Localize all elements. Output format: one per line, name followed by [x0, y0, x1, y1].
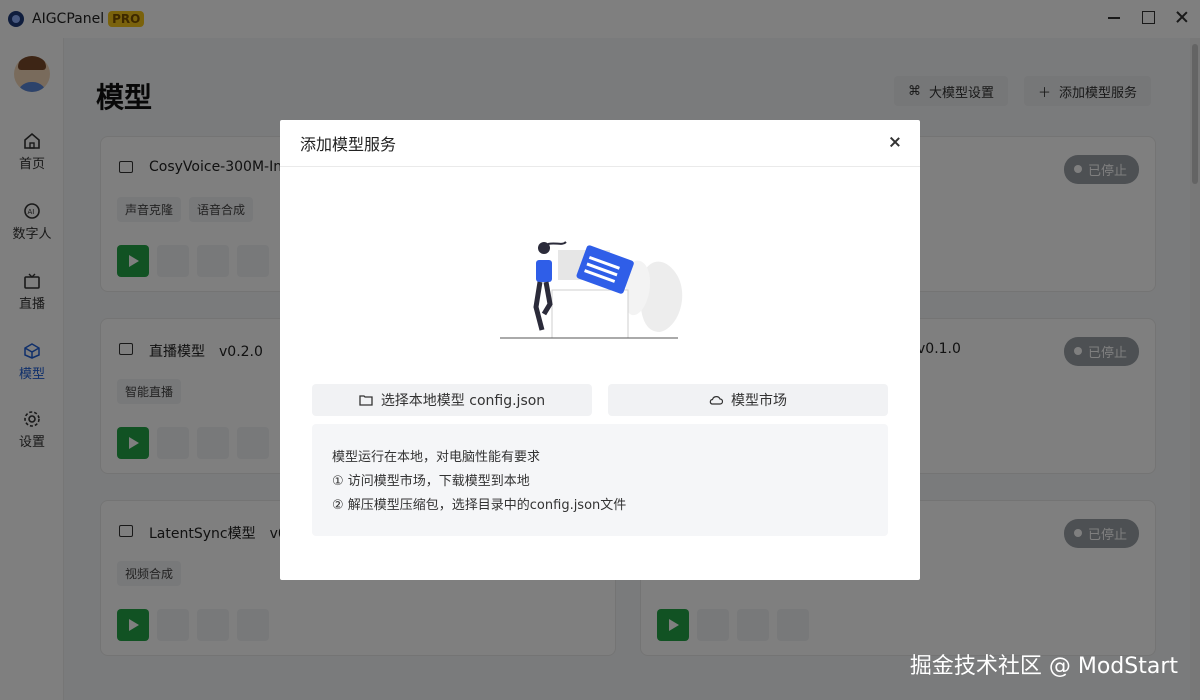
info-line: ① 访问模型市场，下载模型到本地: [332, 474, 530, 489]
folder-icon: [359, 395, 373, 406]
info-panel: 模型运行在本地，对电脑性能有要求 ① 访问模型市场，下载模型到本地 ② 解压模型…: [312, 424, 888, 536]
cloud-icon: [709, 396, 723, 405]
add-model-service-dialog: 添加模型服务 选择本地模型 config.json 模型市场 模型运行在本地，对…: [280, 120, 920, 580]
info-line: ② 解压模型压缩包，选择目录中的config.json文件: [332, 498, 627, 513]
choose-local-model-button[interactable]: 选择本地模型 config.json: [312, 384, 592, 416]
watermark: 掘金技术社区 @ ModStart: [909, 654, 1178, 679]
info-line: 模型运行在本地，对电脑性能有要求: [332, 450, 541, 465]
model-market-button[interactable]: 模型市场: [608, 384, 888, 416]
close-icon[interactable]: [888, 136, 902, 150]
dialog-header: 添加模型服务: [280, 120, 920, 167]
empty-illustration: [500, 241, 683, 339]
dialog-title: 添加模型服务: [300, 135, 397, 154]
